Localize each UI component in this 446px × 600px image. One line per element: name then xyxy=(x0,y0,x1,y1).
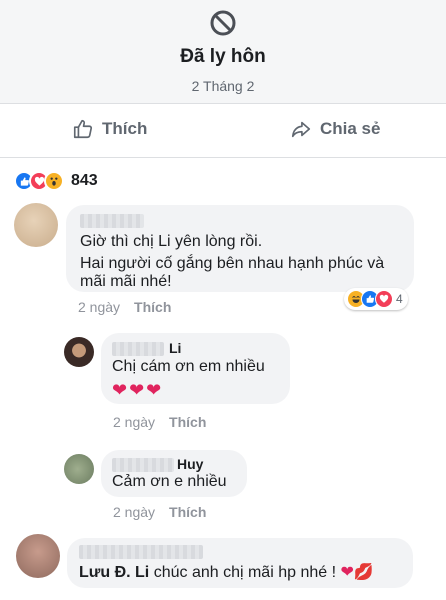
reply-meta: 2 ngày Thích xyxy=(113,504,206,520)
comment-text-line: mãi mãi nhé! xyxy=(80,273,172,290)
reply-text: Chị cám ơn em nhiều xyxy=(112,358,265,375)
like-button-label: Thích xyxy=(102,119,148,138)
share-button-label: Chia sẻ xyxy=(320,119,381,138)
action-bar: Thích Chia sẻ xyxy=(0,104,446,158)
reply-bubble: Li Chị cám ơn em nhiều ❤❤❤ xyxy=(101,333,290,404)
reply-text: Cảm ơn e nhiều xyxy=(112,473,227,490)
reply-time[interactable]: 2 ngày xyxy=(113,414,155,430)
comment-reactions[interactable]: 4 xyxy=(344,288,408,310)
reply-author-name[interactable]: Li xyxy=(169,340,181,356)
reply-author-name[interactable]: Huy xyxy=(177,456,203,472)
comment-time[interactable]: 2 ngày xyxy=(78,299,120,315)
reply-meta: 2 ngày Thích xyxy=(113,414,206,430)
share-button[interactable]: Chia sẻ xyxy=(290,118,380,140)
reactions-summary[interactable]: 843 xyxy=(14,170,98,192)
comment-author-name-blurred[interactable] xyxy=(80,214,144,228)
comment-text-line: Giờ thì chị Li yên lòng rồi. xyxy=(80,233,263,250)
avatar[interactable] xyxy=(16,534,60,578)
comment-text: Lưu Đ. Li chúc anh chị mãi hp nhé ! ❤💋 xyxy=(79,562,374,584)
post-date: 2 Tháng 2 xyxy=(191,78,255,94)
comment-bubble: Giờ thì chị Li yên lòng rồi. Hai người c… xyxy=(66,205,414,292)
ban-icon xyxy=(210,10,236,36)
like-button[interactable]: Thích xyxy=(72,118,147,140)
reply-like-link[interactable]: Thích xyxy=(169,414,206,430)
avatar[interactable] xyxy=(64,454,94,484)
page-title: Đã ly hôn xyxy=(180,46,266,67)
thumbs-up-icon xyxy=(73,119,93,139)
comment-reaction-count: 4 xyxy=(396,292,403,306)
comment-like-link[interactable]: Thích xyxy=(134,299,171,315)
share-icon xyxy=(291,121,311,138)
reactions-count: 843 xyxy=(71,172,98,189)
comment-author-name-blurred[interactable] xyxy=(79,545,203,559)
comment-meta: 2 ngày Thích xyxy=(78,299,171,315)
comment-emoji: ❤💋 xyxy=(340,564,374,581)
avatar[interactable] xyxy=(14,203,58,247)
reply-bubble: Huy Cảm ơn e nhiều xyxy=(101,450,247,497)
comment-text-body: chúc anh chị mãi hp nhé ! xyxy=(149,564,341,581)
avatar[interactable] xyxy=(64,337,94,367)
mentioned-user[interactable]: Lưu Đ. Li xyxy=(79,564,149,581)
reply-author-name-blurred[interactable] xyxy=(112,458,174,472)
wow-icon xyxy=(44,171,64,191)
reply-time[interactable]: 2 ngày xyxy=(113,504,155,520)
post-header: Đã ly hôn 2 Tháng 2 xyxy=(0,0,446,104)
love-icon xyxy=(375,290,393,308)
reply-author-name-blurred[interactable] xyxy=(112,342,164,356)
reply-emoji: ❤❤❤ xyxy=(112,380,164,400)
comment-bubble: Lưu Đ. Li chúc anh chị mãi hp nhé ! ❤💋 xyxy=(67,538,413,588)
reply-like-link[interactable]: Thích xyxy=(169,504,206,520)
